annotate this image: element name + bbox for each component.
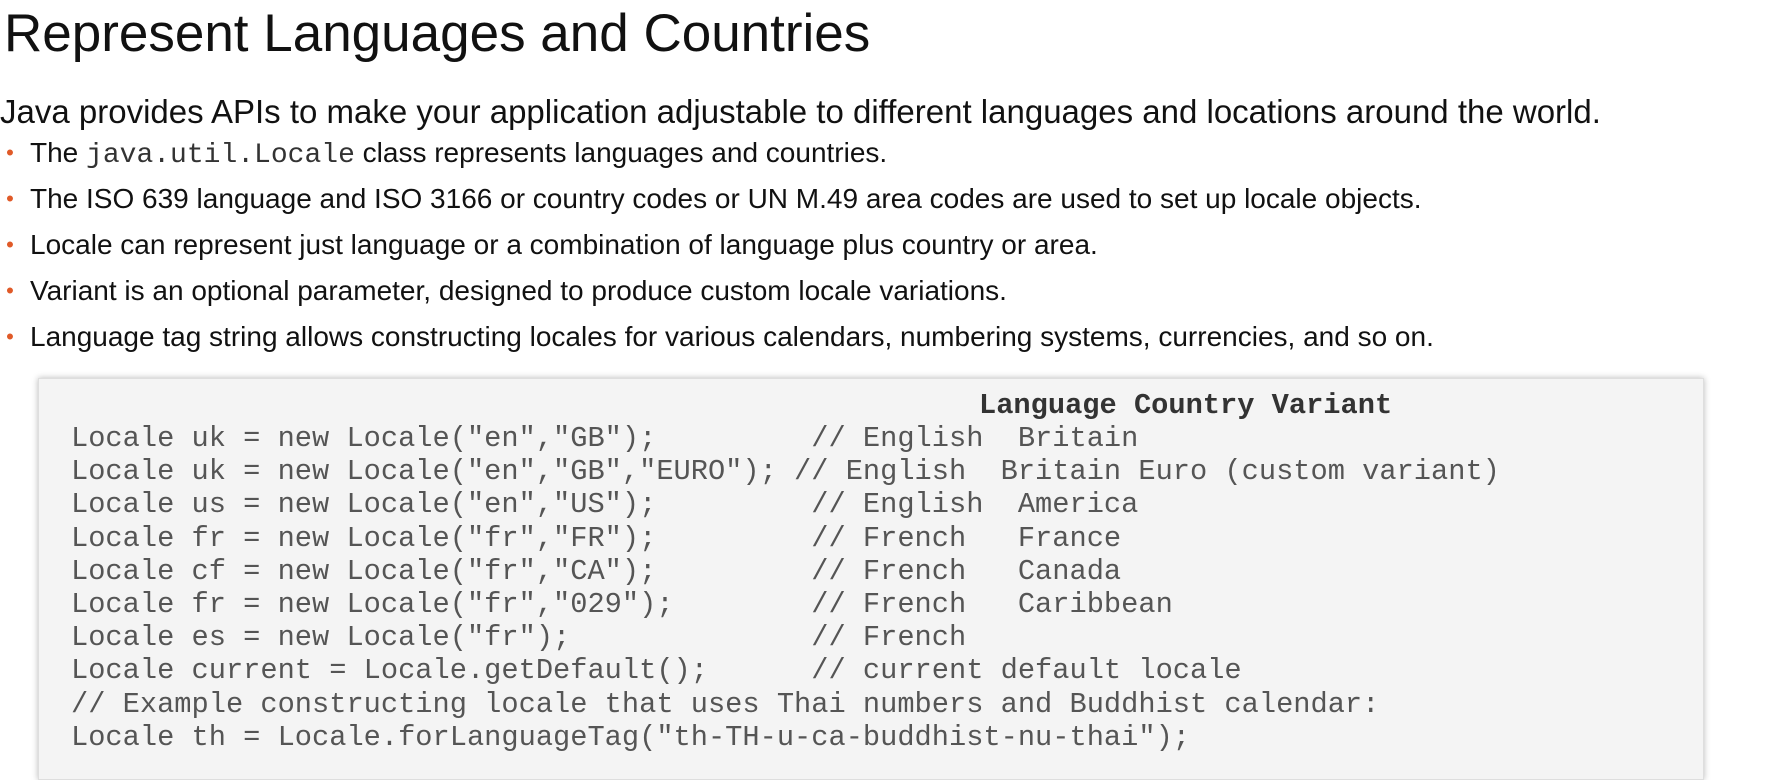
slide-title: Represent Languages and Countries xyxy=(4,4,871,63)
code-line: Locale fr = new Locale("fr","029"); // F… xyxy=(71,587,1173,621)
code-line: // Example constructing locale that uses… xyxy=(71,687,1380,721)
bullet-code: java.util.Locale xyxy=(86,140,355,171)
code-line: Locale fr = new Locale("fr","FR"); // Fr… xyxy=(71,521,1122,555)
code-line: Locale th = Locale.forLanguageTag("th-TH… xyxy=(71,720,1190,754)
code-lines: Locale uk = new Locale("en","GB"); // En… xyxy=(71,422,1500,754)
code-line: Locale cf = new Locale("fr","CA"); // Fr… xyxy=(71,554,1122,588)
bullet-text: The ISO 639 language and ISO 3166 or cou… xyxy=(30,183,1422,214)
code-line: Locale uk = new Locale("en","GB"); // En… xyxy=(71,422,1139,455)
bullet-icon: • xyxy=(6,324,14,349)
bullet-list: • The java.util.Locale class represents … xyxy=(0,134,1434,364)
bullet-icon: • xyxy=(6,140,14,165)
code-line: Locale uk = new Locale("en","GB","EURO")… xyxy=(71,455,1500,489)
bullet-icon: • xyxy=(6,278,14,303)
bullet-item: • Locale can represent just language or … xyxy=(0,226,1434,272)
bullet-text: Locale can represent just language or a … xyxy=(30,229,1098,260)
bullet-text: The xyxy=(30,137,87,168)
intro-text: Java provides APIs to make your applicat… xyxy=(0,93,1601,130)
code-example-box: Language Country Variant Locale uk = new… xyxy=(38,378,1704,780)
bullet-icon: • xyxy=(6,186,14,211)
bullet-item: • Variant is an optional parameter, desi… xyxy=(0,272,1434,318)
code-line: Locale current = Locale.getDefault(); //… xyxy=(71,654,1242,688)
bullet-item: • The java.util.Locale class represents … xyxy=(0,134,1434,180)
bullet-text: class represents languages and countries… xyxy=(354,137,888,168)
bullet-text: Variant is an optional parameter, design… xyxy=(30,275,1007,306)
code-column-header: Language Country Variant xyxy=(979,389,1393,422)
code-line: Locale es = new Locale("fr"); // French xyxy=(71,621,967,655)
code-line: Locale us = new Locale("en","US"); // En… xyxy=(71,488,1139,522)
bullet-item: • Language tag string allows constructin… xyxy=(0,318,1434,364)
bullet-text: Language tag string allows constructing … xyxy=(30,321,1434,352)
bullet-icon: • xyxy=(6,232,14,257)
bullet-item: • The ISO 639 language and ISO 3166 or c… xyxy=(0,180,1434,226)
